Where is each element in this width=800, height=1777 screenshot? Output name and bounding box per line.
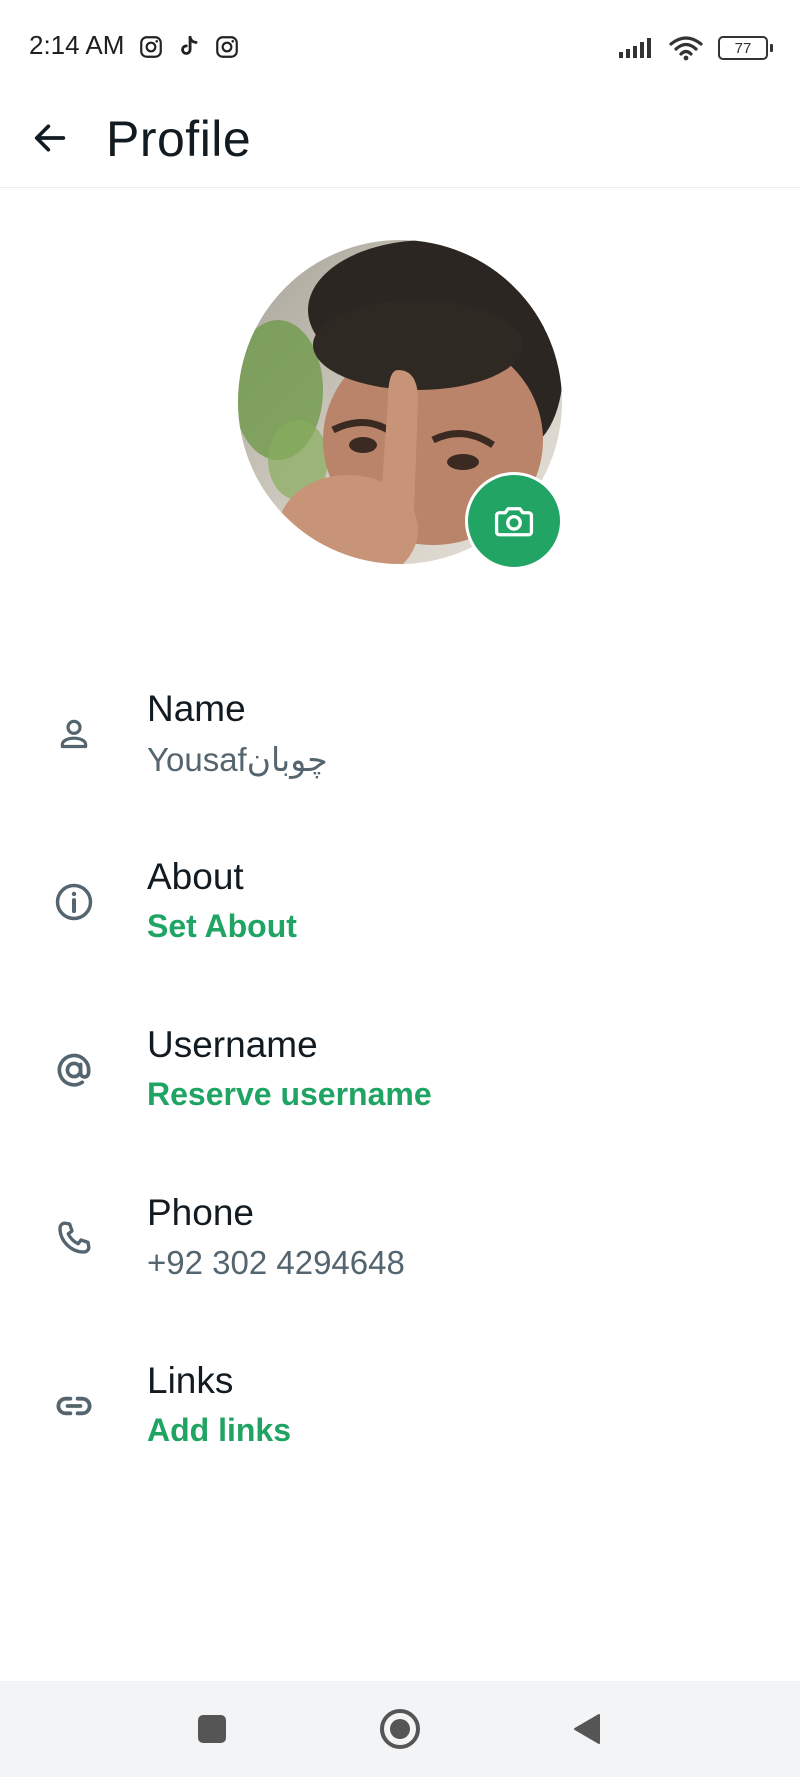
name-label: Name (147, 688, 246, 729)
instagram-icon (216, 36, 238, 58)
profile-fields: Name Yousafچوبان About Set About Usernam… (0, 660, 800, 1500)
profile-photo-section (238, 240, 563, 570)
set-about-link[interactable]: Set About (147, 908, 297, 945)
link-icon (48, 1380, 100, 1432)
username-label: Username (147, 1024, 318, 1065)
signal-icon (619, 38, 651, 58)
home-circle-icon (380, 1709, 420, 1749)
status-system-icons: 77 (618, 34, 773, 62)
links-row[interactable]: Links Add links (0, 1332, 800, 1500)
person-icon (48, 708, 100, 760)
status-bar: 2:14 AM 77 (0, 0, 800, 96)
at-icon (48, 1044, 100, 1096)
about-row[interactable]: About Set About (0, 828, 800, 996)
back-triangle-icon (574, 1714, 600, 1744)
page-title: Profile (106, 111, 252, 167)
status-time: 2:14 AM (29, 30, 125, 60)
battery-level: 77 (734, 39, 752, 57)
wifi-icon (669, 36, 703, 61)
about-label: About (147, 856, 244, 897)
phone-label: Phone (147, 1192, 254, 1233)
phone-value: +92 302 4294648 (147, 1244, 405, 1281)
username-row[interactable]: Username Reserve username (0, 996, 800, 1164)
back-nav-button[interactable] (565, 1707, 609, 1751)
recents-button[interactable] (190, 1707, 234, 1751)
change-photo-button[interactable] (465, 472, 563, 570)
recents-square-icon (198, 1715, 226, 1743)
phone-icon (48, 1212, 100, 1264)
back-button[interactable] (26, 114, 74, 162)
status-app-icons (138, 34, 240, 60)
name-row[interactable]: Name Yousafچوبان (0, 660, 800, 828)
arrow-left-icon (34, 124, 66, 152)
name-value: Yousafچوبان (147, 741, 328, 778)
tiktok-icon (181, 35, 198, 55)
system-nav-bar (0, 1681, 800, 1777)
battery-icon: 77 (718, 36, 773, 60)
links-label: Links (147, 1360, 234, 1401)
phone-row[interactable]: Phone +92 302 4294648 (0, 1164, 800, 1332)
app-bar: Profile (0, 96, 800, 188)
add-links-link[interactable]: Add links (147, 1412, 291, 1449)
camera-icon (494, 507, 534, 537)
reserve-username-link[interactable]: Reserve username (147, 1076, 432, 1113)
home-button[interactable] (378, 1707, 422, 1751)
instagram-icon (140, 36, 162, 58)
info-icon (48, 876, 100, 928)
